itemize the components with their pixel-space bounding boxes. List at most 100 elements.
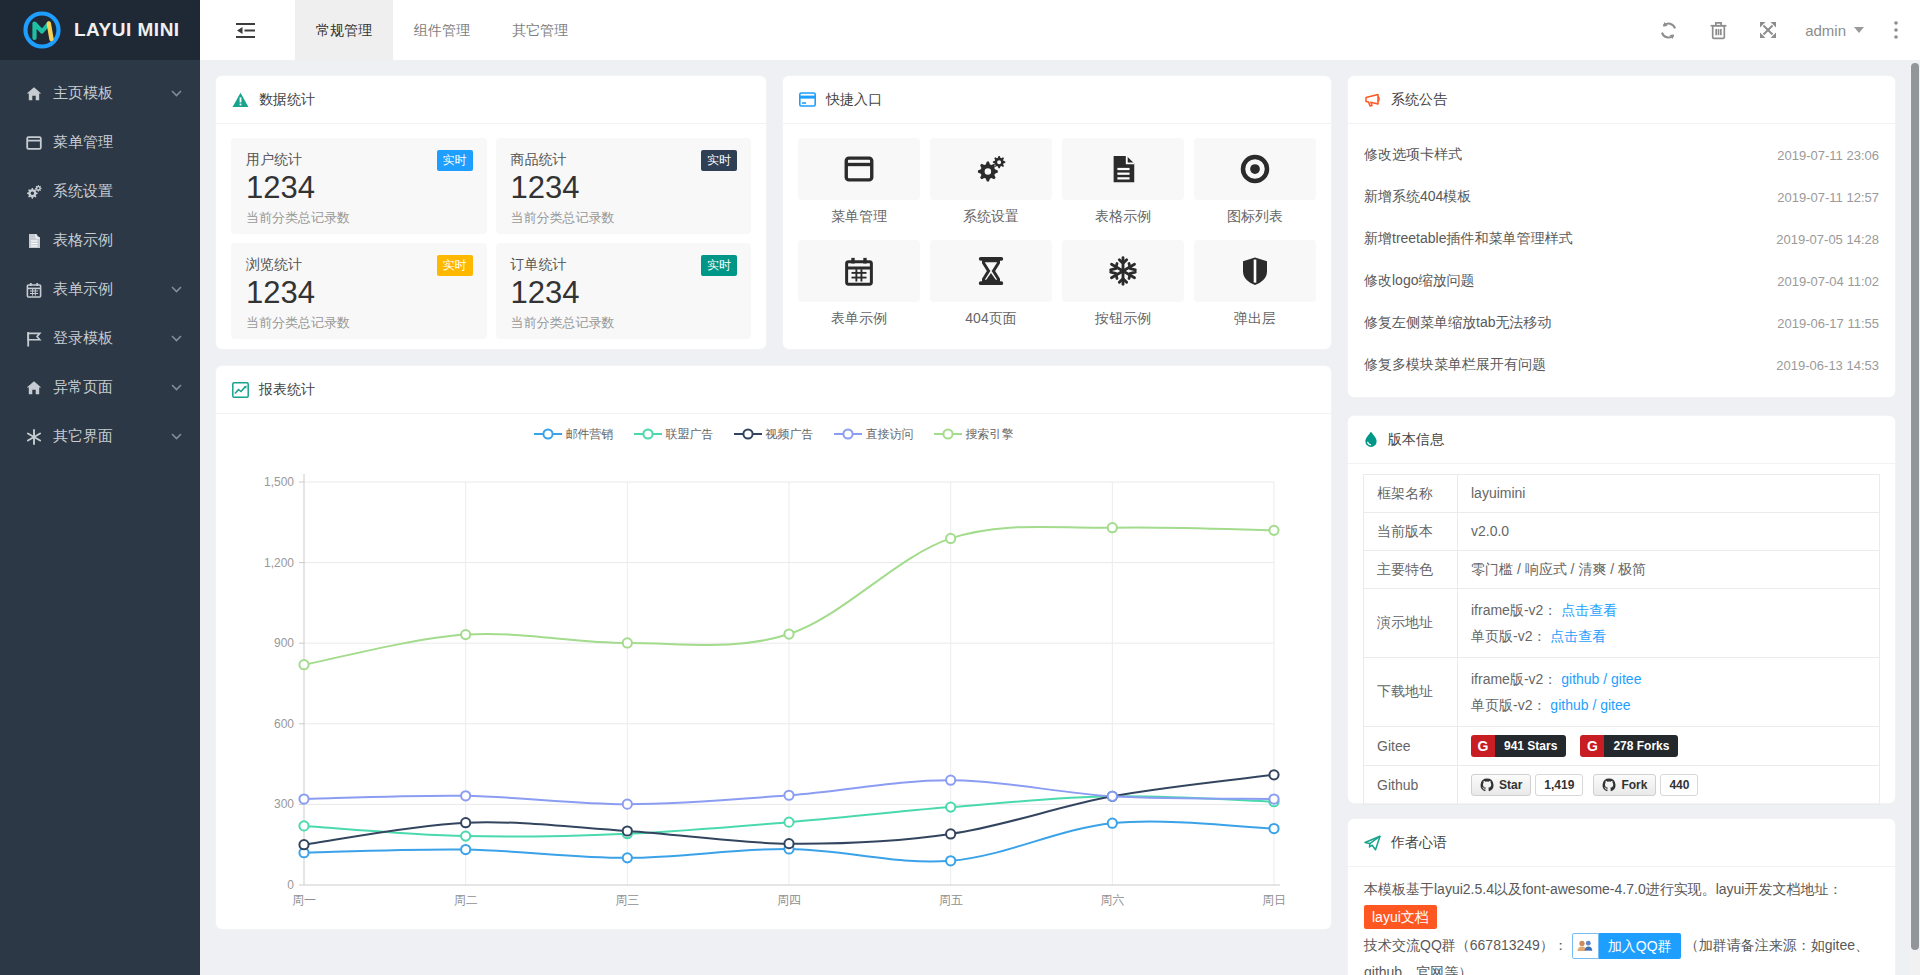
sidebar-item-2[interactable]: 系统设置 [0, 167, 200, 216]
tab-2[interactable]: 其它管理 [491, 0, 589, 60]
stat-card-1[interactable]: 商品统计 实时 1234 当前分类总记录数 [496, 138, 752, 234]
stat-card-2[interactable]: 浏览统计 实时 1234 当前分类总记录数 [231, 243, 487, 339]
version-label: 演示地址 [1364, 589, 1458, 657]
legend-item-4[interactable]: 搜索引擎 [934, 426, 1014, 443]
notice-item-0[interactable]: 修改选项卡样式 2019-07-11 23:06 [1364, 134, 1879, 176]
panel-version-info: 版本信息 框架名称layuimini当前版本v2.0.0主要特色零门槛 / 响应… [1347, 415, 1896, 804]
svg-text:周日: 周日 [1262, 893, 1286, 907]
stat-card-3[interactable]: 订单统计 实时 1234 当前分类总记录数 [496, 243, 752, 339]
version-row-0: 框架名称layuimini [1364, 475, 1879, 513]
legend-label: 邮件营销 [566, 426, 614, 443]
notice-text: 新增系统404模板 [1364, 188, 1471, 206]
stat-value: 1234 [246, 275, 472, 311]
chevron-down-icon [171, 286, 182, 293]
svg-text:周三: 周三 [615, 893, 639, 907]
sidebar-item-4[interactable]: 表单示例 [0, 265, 200, 314]
svg-text:600: 600 [274, 717, 294, 731]
fullscreen-icon[interactable] [1743, 0, 1793, 60]
quick-item-6[interactable]: 按钮示例 [1062, 240, 1184, 328]
refresh-icon[interactable] [1643, 0, 1693, 60]
stat-badge: 实时 [437, 255, 473, 276]
link[interactable]: 点击查看 [1561, 602, 1617, 618]
notice-item-2[interactable]: 新增treetable插件和菜单管理样式 2019-07-05 14:28 [1364, 218, 1879, 260]
quick-item-5[interactable]: 404页面 [930, 240, 1052, 328]
more-menu-icon[interactable] [1878, 0, 1914, 60]
github-fork-button[interactable]: Fork [1593, 774, 1656, 796]
credit-card-icon [799, 92, 816, 107]
notice-item-3[interactable]: 修改logo缩放问题 2019-07-04 11:02 [1364, 260, 1879, 302]
stat-value: 1234 [246, 170, 472, 206]
sidebar-item-0[interactable]: 主页模板 [0, 69, 200, 118]
stat-card-0[interactable]: 用户统计 实时 1234 当前分类总记录数 [231, 138, 487, 234]
notice-date: 2019-07-11 23:06 [1777, 148, 1879, 163]
logo-icon [22, 10, 62, 50]
panel-title: 作者心语 [1391, 834, 1447, 852]
collapse-sidebar-button[interactable] [200, 0, 290, 60]
quick-item-label: 404页面 [930, 310, 1052, 328]
sidebar-item-6[interactable]: 异常页面 [0, 363, 200, 412]
link[interactable]: gitee [1600, 697, 1630, 713]
paper-plane-icon [1364, 835, 1381, 851]
author-line1: 本模板基于layui2.5.4以及font-awesome-4.7.0进行实现。… [1364, 876, 1879, 902]
version-value: 零门槛 / 响应式 / 清爽 / 极简 [1471, 559, 1866, 580]
user-dropdown[interactable]: admin [1805, 22, 1864, 39]
sidebar-item-5[interactable]: 登录模板 [0, 314, 200, 363]
link[interactable]: github [1550, 697, 1588, 713]
legend-item-1[interactable]: 联盟广告 [634, 426, 714, 443]
sidebar-item-label: 系统设置 [53, 182, 113, 201]
clear-cache-icon[interactable] [1693, 0, 1743, 60]
author-text: 本模板基于layui2.5.4以及font-awesome-4.7.0进行实现。… [1348, 867, 1895, 975]
gitee-badge-1[interactable]: G278 Forks [1580, 735, 1678, 757]
sidebar-item-1[interactable]: 菜单管理 [0, 118, 200, 167]
legend-item-0[interactable]: 邮件营销 [534, 426, 614, 443]
warning-triangle-icon [232, 92, 249, 108]
link[interactable]: github [1561, 671, 1599, 687]
chevron-down-icon [171, 384, 182, 391]
panel-title: 快捷入口 [826, 91, 882, 109]
quick-item-1[interactable]: 系统设置 [930, 138, 1052, 226]
line-chart: 03006009001,2001,500周一周二周三周四周五周六周日 [216, 454, 1331, 924]
gitee-badge-0[interactable]: G941 Stars [1471, 735, 1566, 757]
tab-1[interactable]: 组件管理 [393, 0, 491, 60]
tab-0[interactable]: 常规管理 [295, 0, 393, 60]
app-title: LAYUI MINI [74, 19, 180, 41]
calendar-icon [844, 256, 874, 286]
sidebar-item-7[interactable]: 其它界面 [0, 412, 200, 461]
github-count[interactable]: 1,419 [1535, 774, 1583, 796]
legend-item-3[interactable]: 直接访问 [834, 426, 914, 443]
notice-item-5[interactable]: 修复多模块菜单栏展开有问题 2019-06-13 14:53 [1364, 344, 1879, 386]
sidebar-item-3[interactable]: 表格示例 [0, 216, 200, 265]
version-line: 单页版-v2： github / gitee [1471, 692, 1866, 718]
stat-value: 1234 [511, 275, 737, 311]
quick-item-0[interactable]: 菜单管理 [798, 138, 920, 226]
link[interactable]: gitee [1611, 671, 1641, 687]
notice-date: 2019-07-11 12:57 [1777, 190, 1879, 205]
scrollbar-track[interactable] [1910, 63, 1920, 975]
stat-desc: 当前分类总记录数 [511, 209, 737, 227]
github-star-button[interactable]: Star [1471, 774, 1531, 796]
megaphone-icon [1364, 92, 1381, 108]
layui-doc-badge[interactable]: layui文档 [1364, 905, 1437, 929]
panel-report-chart: 报表统计 邮件营销联盟广告视频广告直接访问搜索引擎 03006009001,20… [215, 365, 1332, 930]
join-qq-button[interactable]: 加入QQ群 [1572, 933, 1681, 959]
svg-text:周四: 周四 [777, 893, 801, 907]
quick-item-7[interactable]: 弹出层 [1194, 240, 1316, 328]
quick-item-2[interactable]: 表格示例 [1062, 138, 1184, 226]
link[interactable]: 点击查看 [1550, 628, 1606, 644]
github-count[interactable]: 440 [1660, 774, 1698, 796]
notice-text: 修复左侧菜单缩放tab无法移动 [1364, 314, 1551, 332]
scrollbar-thumb[interactable] [1911, 63, 1919, 950]
notice-item-4[interactable]: 修复左侧菜单缩放tab无法移动 2019-06-17 11:55 [1364, 302, 1879, 344]
notice-item-1[interactable]: 新增系统404模板 2019-07-11 12:57 [1364, 176, 1879, 218]
quick-item-3[interactable]: 图标列表 [1194, 138, 1316, 226]
legend-marker [734, 428, 762, 440]
legend-marker [934, 428, 962, 440]
quick-item-label: 弹出层 [1194, 310, 1316, 328]
quick-item-4[interactable]: 表单示例 [798, 240, 920, 328]
file-icon [1108, 154, 1138, 184]
home-icon [25, 86, 43, 102]
version-row-3: 演示地址iframe版-v2： 点击查看单页版-v2： 点击查看 [1364, 589, 1879, 658]
version-row-5: GiteeG941 StarsG278 Forks [1364, 727, 1879, 766]
legend-item-2[interactable]: 视频广告 [734, 426, 814, 443]
gears-icon [976, 154, 1006, 184]
